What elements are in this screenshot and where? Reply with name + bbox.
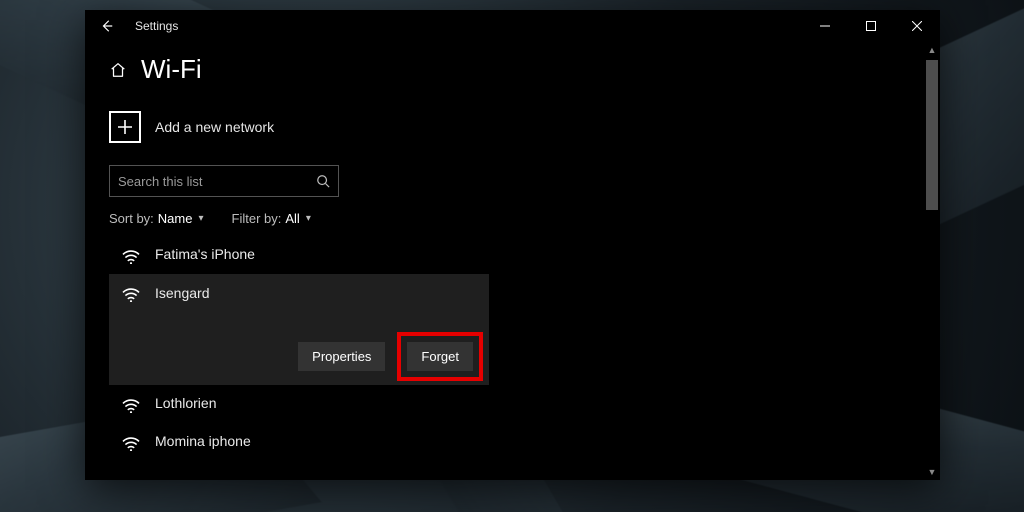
filter-label: Filter by:	[232, 211, 282, 226]
titlebar: Settings	[85, 10, 940, 42]
sort-by-dropdown[interactable]: Sort by: Name ▾	[109, 211, 204, 226]
network-item[interactable]: Momina iphone	[109, 423, 489, 461]
home-icon[interactable]	[109, 61, 127, 79]
search-box[interactable]	[109, 165, 339, 197]
scroll-down-button[interactable]: ▼	[924, 464, 940, 480]
close-button[interactable]	[894, 10, 940, 42]
add-network-button[interactable]: Add a new network	[109, 111, 924, 143]
minimize-icon	[820, 21, 830, 31]
window-title: Settings	[129, 19, 178, 33]
network-item[interactable]: Fatima's iPhone	[109, 236, 489, 274]
arrow-left-icon	[100, 19, 114, 33]
back-button[interactable]	[85, 10, 129, 42]
filter-value: All	[285, 211, 299, 226]
network-name: Momina iphone	[155, 433, 251, 449]
properties-button[interactable]: Properties	[298, 342, 385, 371]
search-icon	[316, 174, 330, 188]
forget-button[interactable]: Forget	[407, 342, 473, 371]
maximize-icon	[866, 21, 876, 31]
network-name: Lothlorien	[155, 395, 217, 411]
search-input[interactable]	[118, 174, 316, 189]
page-content: Wi-Fi Add a new network Sort by: Name ▾	[85, 42, 924, 480]
network-list: Fatima's iPhone Isengard Properties Forg…	[109, 236, 489, 461]
network-item[interactable]: Lothlorien	[109, 385, 489, 423]
chevron-down-icon: ▾	[198, 213, 203, 224]
sort-label: Sort by:	[109, 211, 154, 226]
close-icon	[912, 21, 922, 31]
forget-highlight: Forget	[397, 332, 483, 381]
minimize-button[interactable]	[802, 10, 848, 42]
add-network-label: Add a new network	[155, 119, 274, 135]
list-controls: Sort by: Name ▾ Filter by: All ▾	[109, 211, 924, 226]
settings-window: Settings Wi-Fi Add a new network	[85, 10, 940, 480]
network-item-selected[interactable]: Isengard Properties Forget	[109, 274, 489, 385]
filter-by-dropdown[interactable]: Filter by: All ▾	[232, 211, 311, 226]
wifi-icon	[121, 435, 141, 451]
plus-icon	[109, 111, 141, 143]
maximize-button[interactable]	[848, 10, 894, 42]
sort-value: Name	[158, 211, 193, 226]
scroll-up-button[interactable]: ▲	[924, 42, 940, 58]
wifi-icon	[121, 286, 141, 302]
page-title: Wi-Fi	[141, 54, 202, 85]
chevron-down-icon: ▾	[306, 213, 311, 224]
wifi-icon	[121, 397, 141, 413]
scrollbar-thumb[interactable]	[926, 60, 938, 210]
scrollbar[interactable]: ▲ ▼	[924, 42, 940, 480]
network-name: Fatima's iPhone	[155, 246, 255, 262]
network-name: Isengard	[155, 285, 209, 301]
wifi-icon	[121, 248, 141, 264]
